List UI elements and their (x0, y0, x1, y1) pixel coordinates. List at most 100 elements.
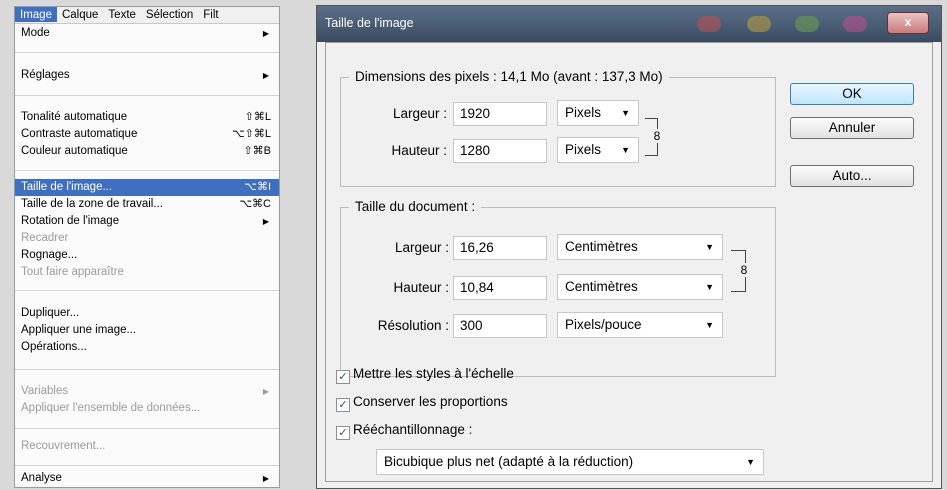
close-button[interactable]: x (887, 12, 929, 34)
menu-item-shortcut: ⇧⌘L (244, 111, 271, 123)
document-size-group: Taille du document : Largeur : 16,26 Cen… (340, 199, 776, 377)
menu-item-tout-faire-apparaitre[interactable]: Tout faire apparaître (15, 264, 279, 281)
scale-styles-label: Mettre les styles à l'échelle (353, 366, 514, 381)
scale-styles-checkbox[interactable]: ✓ (336, 370, 350, 384)
dialog-title: Taille de l'image (325, 16, 414, 30)
pixel-height-label: Hauteur : (391, 143, 447, 158)
menubar-filtre[interactable]: Filt (198, 7, 223, 22)
pixel-width-input[interactable]: 1920 (453, 102, 547, 126)
resample-checkbox-row[interactable]: ✓ Rééchantillonnage : (336, 421, 473, 440)
menu-item-label: Taille de l'image... (21, 181, 113, 193)
menu-item-contraste-auto[interactable]: Contraste automatique ⌥⇧⌘L (15, 126, 279, 143)
menu-item-label: Recadrer (21, 232, 69, 244)
menu-item-label: Rotation de l'image (21, 215, 120, 227)
titlebar-decoration (843, 16, 867, 32)
menu-item-appliquer-ensemble[interactable]: Appliquer l'ensemble de données... (15, 400, 279, 417)
menubar-selection[interactable]: Sélection (141, 7, 198, 22)
chevron-down-icon: ▼ (621, 108, 630, 118)
menubar-calque[interactable]: Calque (57, 7, 103, 22)
doc-height-unit-select[interactable]: Centimètres ▼ (557, 274, 723, 300)
menu-separator (15, 290, 279, 291)
menu-item-mode[interactable]: Mode ▶ (15, 25, 279, 42)
menu-item-recouvrement[interactable]: Recouvrement... (15, 438, 279, 455)
doc-width-input[interactable]: 16,26 (453, 236, 547, 260)
auto-button[interactable]: Auto... (790, 165, 914, 187)
menu-item-label: Mode (21, 27, 50, 39)
menu-item-label: Dupliquer... (21, 307, 80, 319)
cancel-button[interactable]: Annuler (790, 117, 914, 139)
resolution-label: Résolution : (377, 318, 449, 333)
resolution-input[interactable]: 300 (453, 314, 547, 338)
pixel-width-label: Largeur : (392, 106, 447, 121)
submenu-arrow-icon: ▶ (262, 387, 269, 396)
chevron-down-icon: ▼ (746, 457, 755, 467)
menu-item-rognage[interactable]: Rognage... (15, 247, 279, 264)
ok-button[interactable]: OK (790, 83, 914, 105)
dialog-titlebar[interactable]: Taille de l'image x (317, 6, 941, 42)
chevron-down-icon: ▼ (705, 242, 714, 252)
close-icon: x (904, 15, 912, 29)
pixel-height-input[interactable]: 1280 (453, 139, 547, 163)
menu-item-shortcut: ⌥⌘C (239, 198, 271, 210)
menu-item-appliquer-image[interactable]: Appliquer une image... (15, 322, 279, 339)
menu-item-taille-zone-travail[interactable]: Taille de la zone de travail... ⌥⌘C (15, 196, 279, 213)
resample-label: Rééchantillonnage : (353, 422, 473, 437)
submenu-arrow-icon: ▶ (262, 217, 269, 226)
menu-separator (15, 95, 279, 96)
resample-method-select[interactable]: Bicubique plus net (adapté à la réductio… (376, 449, 764, 475)
menu-item-label: Tout faire apparaître (21, 266, 124, 278)
menu-item-label: Opérations... (21, 341, 87, 353)
menu-separator (15, 465, 279, 466)
chevron-down-icon: ▼ (705, 282, 714, 292)
doc-height-unit-value: Centimètres (565, 279, 638, 294)
menu-item-recadrer[interactable]: Recadrer (15, 230, 279, 247)
menubar-image[interactable]: Image (15, 7, 57, 22)
menu-item-taille-image[interactable]: Taille de l'image... ⌥⌘I (15, 179, 279, 196)
pixel-width-unit-select[interactable]: Pixels ▼ (557, 100, 639, 126)
titlebar-decoration (697, 16, 721, 32)
menu-item-label: Rognage... (21, 249, 78, 261)
chain-link-icon: 8 (651, 129, 663, 143)
menu-item-label: Tonalité automatique (21, 111, 128, 123)
menu-item-shortcut: ⌥⌘I (244, 181, 271, 193)
resolution-unit-select[interactable]: Pixels/pouce ▼ (557, 312, 723, 338)
menu-item-tonalite-auto[interactable]: Tonalité automatique ⇧⌘L (15, 109, 279, 126)
menubar: Image Calque Texte Sélection Filt (15, 7, 279, 24)
menu-item-rotation[interactable]: Rotation de l'image ▶ (15, 213, 279, 230)
submenu-arrow-icon: ▶ (262, 71, 269, 80)
doc-width-unit-select[interactable]: Centimètres ▼ (557, 234, 723, 260)
resample-checkbox[interactable]: ✓ (336, 426, 350, 440)
menu-separator (15, 170, 279, 171)
doc-height-input[interactable]: 10,84 (453, 276, 547, 300)
document-size-legend: Taille du document : (349, 199, 482, 214)
menu-item-shortcut: ⇧⌘B (243, 145, 271, 157)
chevron-down-icon: ▼ (705, 320, 714, 330)
scale-styles-checkbox-row[interactable]: ✓ Mettre les styles à l'échelle (336, 365, 514, 384)
resolution-unit-value: Pixels/pouce (565, 317, 642, 332)
menu-item-analyse[interactable]: Analyse ▶ (15, 470, 279, 487)
submenu-arrow-icon: ▶ (262, 474, 269, 483)
doc-width-unit-value: Centimètres (565, 239, 638, 254)
image-size-dialog: Taille de l'image x Dimensions des pixel… (316, 5, 942, 489)
menu-item-couleur-auto[interactable]: Couleur automatique ⇧⌘B (15, 143, 279, 160)
menu-item-dupliquer[interactable]: Dupliquer... (15, 305, 279, 322)
menu-item-reglages[interactable]: Réglages ▶ (15, 67, 279, 84)
constrain-proportions-checkbox[interactable]: ✓ (336, 398, 350, 412)
titlebar-decoration (795, 16, 819, 32)
menu-item-variables[interactable]: Variables ▶ (15, 383, 279, 400)
menubar-texte[interactable]: Texte (103, 7, 141, 22)
doc-width-label: Largeur : (394, 240, 449, 255)
chain-link-icon: 8 (738, 263, 750, 277)
dialog-body: Dimensions des pixels : 14,1 Mo (avant :… (325, 42, 933, 482)
pixel-dimensions-group: Dimensions des pixels : 14,1 Mo (avant :… (340, 69, 776, 187)
menu-item-label: Analyse (21, 472, 62, 484)
pixel-height-unit-select[interactable]: Pixels ▼ (557, 137, 639, 163)
menu-item-label: Recouvrement... (21, 440, 106, 452)
constrain-proportions-label: Conserver les proportions (353, 394, 508, 409)
menu-item-operations[interactable]: Opérations... (15, 339, 279, 356)
menu-item-label: Appliquer l'ensemble de données... (21, 402, 201, 414)
menu-item-label: Réglages (21, 69, 70, 81)
menu-item-label: Variables (21, 385, 69, 397)
constrain-proportions-checkbox-row[interactable]: ✓ Conserver les proportions (336, 393, 508, 412)
menu-separator (15, 428, 279, 429)
